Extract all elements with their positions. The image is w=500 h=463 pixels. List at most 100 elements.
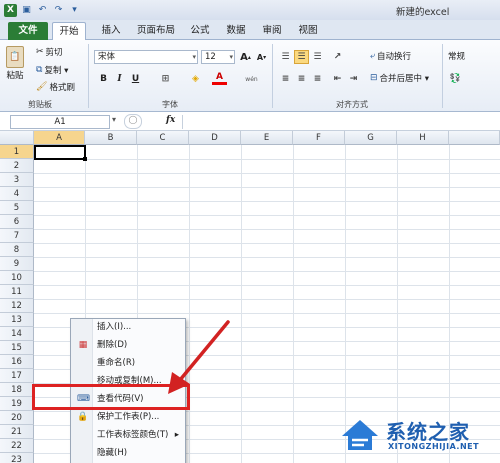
tab-data[interactable]: 数据 — [222, 22, 250, 40]
formula-bar: A1 ▾ ◯ fx — [0, 113, 500, 131]
fill-handle[interactable] — [83, 157, 87, 161]
menu-item-rename[interactable]: 重命名(R) — [71, 355, 185, 372]
undo-icon[interactable]: ↶ — [36, 4, 49, 17]
row-header-8[interactable]: 8 — [0, 243, 34, 257]
align-right-icon[interactable]: ≡ — [310, 72, 325, 86]
gridline — [293, 145, 294, 463]
number-format-combo[interactable]: 常规 — [448, 50, 465, 62]
ribbon-tab-row: 文件 开始 插入 页面布局 公式 数据 审阅 视图 — [0, 20, 500, 41]
brush-icon: 🖌 — [36, 82, 48, 92]
row-header-5[interactable]: 5 — [0, 201, 34, 215]
menu-item-label: 隐藏(H) — [97, 448, 128, 458]
column-header-blank[interactable] — [449, 131, 500, 145]
phonetic-icon[interactable]: wén — [244, 72, 259, 86]
wrap-text-button[interactable]: ⤶ 自动换行 — [370, 50, 411, 62]
formula-expand-icon[interactable]: ◯ — [124, 114, 142, 129]
row-header-13[interactable]: 13 — [0, 313, 34, 327]
align-bottom-icon[interactable]: ☰ — [310, 50, 325, 64]
align-center-icon[interactable]: ≡ — [294, 72, 309, 86]
column-header-H[interactable]: H — [397, 131, 449, 145]
save-icon[interactable]: ▣ — [20, 4, 33, 17]
column-header-F[interactable]: F — [293, 131, 345, 145]
watermark-url: XITONGZHIJIA.NET — [388, 442, 480, 451]
underline-button[interactable]: U — [128, 72, 143, 86]
menu-item-hide[interactable]: 隐藏(H) — [71, 445, 185, 462]
menu-item-protect-sheet[interactable]: 🔒 保护工作表(P)... — [71, 409, 185, 426]
borders-icon[interactable]: ⊞ — [158, 72, 173, 86]
tab-insert[interactable]: 插入 — [96, 22, 126, 40]
column-header-B[interactable]: B — [85, 131, 137, 145]
row-header-10[interactable]: 10 — [0, 271, 34, 285]
row-header-20[interactable]: 20 — [0, 411, 34, 425]
font-color-icon[interactable]: A — [212, 72, 227, 85]
copy-button[interactable]: ⧉ 复制 ▾ — [36, 64, 68, 76]
row-header-4[interactable]: 4 — [0, 187, 34, 201]
group-divider — [272, 44, 273, 108]
group-divider — [88, 44, 89, 108]
align-middle-icon[interactable]: ☰ — [294, 50, 309, 64]
row-header-19[interactable]: 19 — [0, 397, 34, 411]
column-header-G[interactable]: G — [345, 131, 397, 145]
name-box-dropdown-icon[interactable]: ▾ — [112, 115, 116, 124]
column-header-A[interactable]: A — [34, 131, 85, 145]
row-header-17[interactable]: 17 — [0, 369, 34, 383]
menu-item-insert[interactable]: 插入(I)... — [71, 319, 185, 336]
row-header-9[interactable]: 9 — [0, 257, 34, 271]
italic-button[interactable]: I — [112, 72, 127, 86]
row-header-23[interactable]: 23 — [0, 453, 34, 463]
cut-label: 剪切 — [45, 48, 63, 58]
row-header-11[interactable]: 11 — [0, 285, 34, 299]
row-header-6[interactable]: 6 — [0, 215, 34, 229]
row-header-12[interactable]: 12 — [0, 299, 34, 313]
insert-function-button[interactable]: fx — [166, 115, 175, 125]
tab-home[interactable]: 开始 — [52, 22, 86, 41]
format-painter-button[interactable]: 🖌 格式刷 — [36, 81, 75, 93]
column-header-E[interactable]: E — [241, 131, 293, 145]
customize-qat-icon[interactable]: ▾ — [68, 4, 81, 17]
row-header-1[interactable]: 1 — [0, 145, 34, 159]
select-all-corner[interactable] — [0, 131, 34, 145]
menu-item-delete[interactable]: ▦ 删除(D) — [71, 337, 185, 354]
row-header-14[interactable]: 14 — [0, 327, 34, 341]
grow-font-button[interactable]: A ▴ — [238, 50, 253, 64]
merge-center-button[interactable]: ⊟ 合并后居中 ▾ — [370, 72, 429, 84]
chevron-down-icon: ▾ — [229, 53, 233, 61]
column-header-C[interactable]: C — [137, 131, 189, 145]
cut-button[interactable]: ✂ 剪切 — [36, 46, 63, 58]
align-top-icon[interactable]: ☰ — [278, 50, 293, 64]
fill-color-icon[interactable]: ◈ — [188, 72, 203, 86]
gridline — [34, 201, 500, 202]
row-header-22[interactable]: 22 — [0, 439, 34, 453]
row-header-21[interactable]: 21 — [0, 425, 34, 439]
font-size-combo[interactable]: 12 ▾ — [201, 50, 235, 64]
name-box[interactable]: A1 — [10, 115, 110, 129]
row-header-18[interactable]: 18 — [0, 383, 34, 397]
tab-page-layout[interactable]: 页面布局 — [134, 22, 178, 40]
font-name-combo[interactable]: 宋体 ▾ — [94, 50, 198, 64]
active-cell-A1[interactable] — [34, 145, 86, 160]
tab-formulas[interactable]: 公式 — [186, 22, 214, 40]
decrease-indent-icon[interactable]: ⇤ — [330, 72, 345, 86]
wrap-text-label: 自动换行 — [377, 52, 412, 62]
redo-icon[interactable]: ↷ — [52, 4, 65, 17]
currency-icon[interactable]: 💱 — [448, 72, 463, 86]
tab-review[interactable]: 审阅 — [258, 22, 286, 40]
shrink-font-button[interactable]: A ▾ — [254, 50, 269, 64]
paste-button[interactable]: 📋 粘贴 — [6, 46, 24, 81]
tab-file[interactable]: 文件 — [8, 22, 48, 40]
increase-indent-icon[interactable]: ⇥ — [346, 72, 361, 86]
orientation-icon[interactable]: ↗ — [330, 50, 345, 64]
row-header-7[interactable]: 7 — [0, 229, 34, 243]
row-header-15[interactable]: 15 — [0, 341, 34, 355]
formula-input[interactable] — [182, 115, 500, 129]
bold-button[interactable]: B — [96, 72, 111, 86]
excel-logo-icon: X — [4, 3, 17, 17]
menu-item-label: 保护工作表(P)... — [97, 412, 160, 422]
column-header-D[interactable]: D — [189, 131, 241, 145]
row-header-3[interactable]: 3 — [0, 173, 34, 187]
menu-item-tab-color[interactable]: 工作表标签颜色(T) ▸ — [71, 427, 185, 444]
align-left-icon[interactable]: ≡ — [278, 72, 293, 86]
tab-view[interactable]: 视图 — [294, 22, 322, 40]
row-header-2[interactable]: 2 — [0, 159, 34, 173]
row-header-16[interactable]: 16 — [0, 355, 34, 369]
